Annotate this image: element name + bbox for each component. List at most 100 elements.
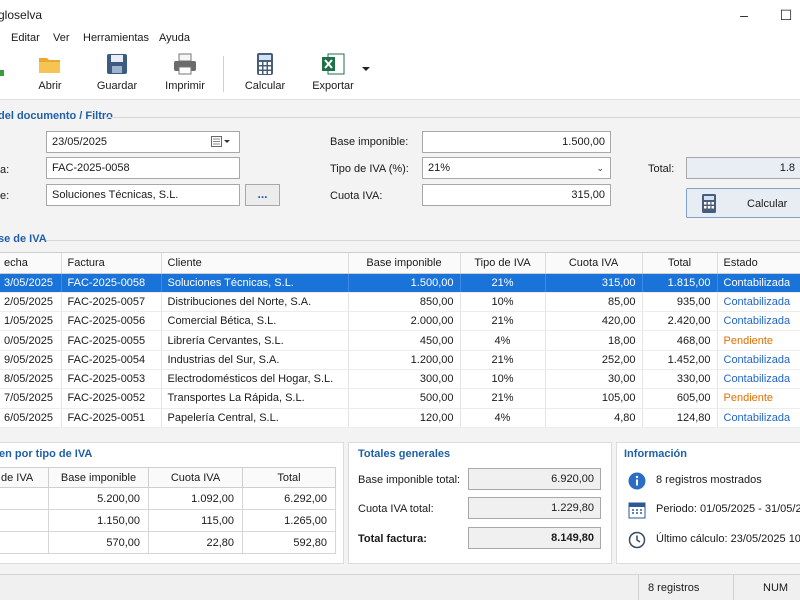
col-tipo[interactable]: Tipo de IVA <box>460 253 546 274</box>
cuota-label: Cuota IVA: <box>330 190 383 202</box>
col-fecha[interactable]: echa <box>0 253 62 274</box>
exportar-button[interactable]: Exportar <box>310 52 356 98</box>
col-total[interactable]: Total <box>642 253 718 274</box>
cell-estado: Contabilizada <box>717 292 800 313</box>
cell-tipo <box>0 531 49 554</box>
tipo-iva-select[interactable]: 21% ⌄ <box>422 157 611 179</box>
cliente-input[interactable]: Soluciones Técnicas, S.L. <box>46 184 240 206</box>
table-row[interactable]: 2/05/2025 FAC-2025-0057 Distribuciones del… <box>0 292 800 313</box>
base-total-value: 6.920,00 <box>468 468 601 490</box>
guardar-button[interactable]: Guardar <box>94 52 140 98</box>
cell-total: 330,00 <box>642 369 718 390</box>
cell-tipo: 21% <box>460 273 546 293</box>
cell-total: 592,80 <box>242 531 336 554</box>
cell-fecha: 0/05/2025 <box>0 330 62 351</box>
cell-total: 124,80 <box>642 408 718 428</box>
cell-factura: FAC-2025-0056 <box>61 311 162 332</box>
col-base: Base imponible <box>48 467 149 488</box>
table-row[interactable]: 8/05/2025 FAC-2025-0053 Electrodomésticos … <box>0 369 800 390</box>
cell-tipo: 4% <box>460 408 546 428</box>
table-row[interactable]: 6/05/2025 FAC-2025-0051 Papelería Central,… <box>0 408 800 428</box>
toolbar: Abrir Guardar Imprimir Calcular Exportar <box>0 48 800 100</box>
cell-fecha: 2/05/2025 <box>0 292 62 313</box>
base-input[interactable]: 1.500,00 <box>422 131 611 153</box>
section-divider <box>46 240 800 241</box>
calcular-button[interactable]: Calcular <box>242 52 288 98</box>
table-row[interactable]: 0/05/2025 FAC-2025-0055 Librería Cervantes… <box>0 330 800 351</box>
imprimir-button[interactable]: Imprimir <box>160 52 210 98</box>
cuota-input[interactable]: 315,00 <box>422 184 611 206</box>
calculator-icon <box>702 194 716 213</box>
cell-base: 120,00 <box>348 408 461 428</box>
cell-total: 935,00 <box>642 292 718 313</box>
cell-base: 5.200,00 <box>48 487 149 510</box>
base-label: Base imponible: <box>330 136 409 148</box>
calendar-dropdown-icon[interactable] <box>211 135 231 149</box>
window-title: gloselva <box>0 8 43 22</box>
cell-tipo: 21% <box>460 388 546 409</box>
table-row[interactable]: 7/05/2025 FAC-2025-0052 Transportes La Ráp… <box>0 388 800 409</box>
table-row[interactable]: 9/05/2025 FAC-2025-0054 Industrias del Sur… <box>0 350 800 370</box>
cell-tipo: 21% <box>460 350 546 370</box>
menu-editar[interactable]: Editar <box>11 32 40 44</box>
col-factura[interactable]: Factura <box>61 253 162 274</box>
grid-section-title: se de IVA <box>0 233 47 245</box>
menu-herramientas[interactable]: Herramientas <box>83 32 149 44</box>
status-divider <box>733 575 734 600</box>
cell-estado: Contabilizada <box>717 311 800 332</box>
abrir-label: Abrir <box>38 80 62 92</box>
cell-total: 468,00 <box>642 330 718 351</box>
new-button[interactable] <box>0 52 8 98</box>
maximize-button[interactable]: ☐ <box>772 4 800 26</box>
browse-cliente-button[interactable]: ... <box>245 184 280 206</box>
cell-base: 300,00 <box>348 369 461 390</box>
cell-cuota: 22,80 <box>148 531 243 554</box>
minimize-button[interactable]: – <box>730 4 758 26</box>
status-bar: 8 registros NUM <box>0 574 800 600</box>
cell-estado: Pendiente <box>717 388 800 409</box>
cell-fecha: 9/05/2025 <box>0 350 62 370</box>
cell-tipo <box>0 487 49 510</box>
cell-cuota: 4,80 <box>545 408 643 428</box>
cell-tipo: 4% <box>460 330 546 351</box>
fecha-value: 23/05/2025 <box>52 136 108 148</box>
col-total: Total <box>242 467 336 488</box>
col-cuota[interactable]: Cuota IVA <box>545 253 643 274</box>
fecha-input[interactable]: 23/05/2025 <box>46 131 240 153</box>
menu-ayuda[interactable]: Ayuda <box>159 32 190 44</box>
col-cliente[interactable]: Cliente <box>161 253 349 274</box>
table-row: 5.200,00 1.092,00 6.292,00 <box>0 487 336 510</box>
cell-factura: FAC-2025-0051 <box>61 408 162 428</box>
menu-ver[interactable]: Ver <box>53 32 70 44</box>
col-estado[interactable]: Estado <box>717 253 800 274</box>
cell-factura: FAC-2025-0058 <box>61 273 162 293</box>
col-base[interactable]: Base imponible <box>348 253 461 274</box>
cell-base: 500,00 <box>348 388 461 409</box>
table-row[interactable]: 1/05/2025 FAC-2025-0056 Comercial Bética, … <box>0 311 800 332</box>
info-title: Información <box>624 448 687 460</box>
imprimir-label: Imprimir <box>165 80 205 92</box>
cell-cuota: 115,00 <box>148 509 243 532</box>
cell-estado: Contabilizada <box>717 369 800 390</box>
factura-input[interactable]: FAC-2025-0058 <box>46 157 240 179</box>
cell-cuota: 315,00 <box>545 273 643 293</box>
save-icon <box>107 54 127 74</box>
cell-base: 1.500,00 <box>348 273 461 293</box>
cell-cuota: 105,00 <box>545 388 643 409</box>
table-row: 570,00 22,80 592,80 <box>0 531 336 554</box>
cell-fecha: 7/05/2025 <box>0 388 62 409</box>
cell-cuota: 420,00 <box>545 311 643 332</box>
col-cuota: Cuota IVA <box>148 467 243 488</box>
abrir-button[interactable]: Abrir <box>30 52 70 98</box>
exportar-dropdown[interactable] <box>360 66 372 76</box>
cell-base: 1.150,00 <box>48 509 149 532</box>
cell-factura: FAC-2025-0055 <box>61 330 162 351</box>
calcular-big-button[interactable]: Calcular <box>686 188 800 218</box>
cell-tipo: 21% <box>460 311 546 332</box>
cell-estado: Pendiente <box>717 330 800 351</box>
cell-cliente: Soluciones Técnicas, S.L. <box>161 273 349 293</box>
cell-cliente: Papelería Central, S.L. <box>161 408 349 428</box>
guardar-label: Guardar <box>96 80 138 92</box>
resumen-panel: en por tipo de IVA de IVA Base imponible… <box>0 442 344 564</box>
table-row[interactable]: 3/05/2025 FAC-2025-0058 Soluciones Técnica… <box>0 273 800 293</box>
